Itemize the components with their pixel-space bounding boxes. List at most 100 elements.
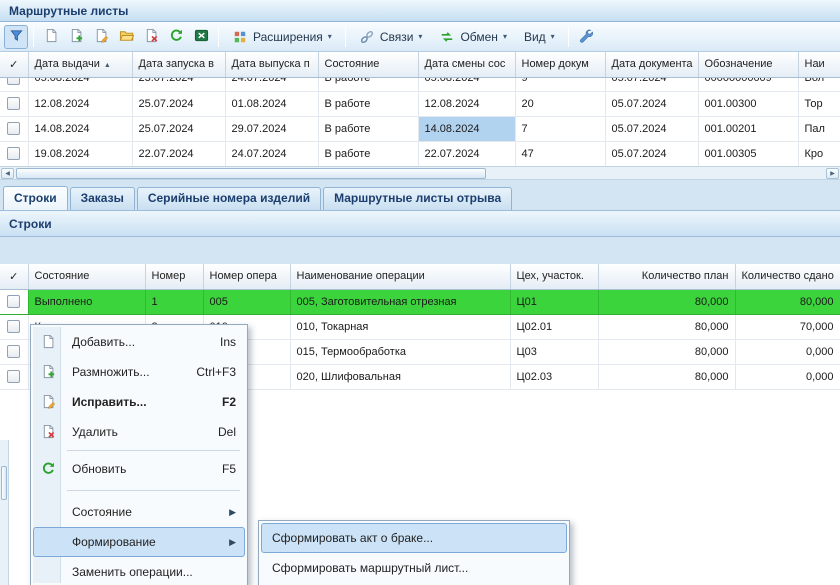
cell[interactable]: 70,000 [735, 314, 840, 339]
edit-document-button[interactable] [89, 25, 113, 49]
cell[interactable]: 12.08.2024 [28, 91, 132, 116]
view-menu-button[interactable]: Вид ▾ [516, 25, 563, 49]
column-header[interactable]: Дата выдачи▲ [28, 52, 132, 77]
select-all-header[interactable]: ✓ [0, 52, 28, 77]
table-row[interactable]: 19.08.2024 22.07.2024 24.07.2024 В работ… [0, 141, 840, 166]
cell[interactable]: 9 [515, 77, 605, 91]
cell[interactable]: 20 [515, 91, 605, 116]
cell[interactable]: 05.08.2024 [28, 77, 132, 91]
cell[interactable]: 80,000 [735, 289, 840, 314]
column-header[interactable]: Дата запуска в [132, 52, 225, 77]
exchange-menu-button[interactable]: Обмен ▾ [431, 25, 515, 49]
cell[interactable]: 05.07.2024 [605, 116, 698, 141]
cell[interactable]: 47 [515, 141, 605, 166]
cell[interactable]: Ц02.01 [510, 314, 598, 339]
cell[interactable]: 24.07.2024 [225, 141, 318, 166]
cell[interactable]: 001.00305 [698, 141, 798, 166]
cell[interactable]: 0,000 [735, 339, 840, 364]
cell[interactable]: 80,000 [598, 339, 735, 364]
table-row-done[interactable]: Выполнено 1 005 005, Заготовительная отр… [0, 289, 840, 314]
menu-item-edit[interactable]: Исправить... F2 [33, 387, 245, 417]
cell[interactable]: Пал [798, 116, 840, 141]
cell[interactable]: В работе [318, 116, 418, 141]
cell[interactable]: 80,000 [598, 364, 735, 389]
cell[interactable]: Ц02.03 [510, 364, 598, 389]
cell[interactable]: 14.08.2024 [28, 116, 132, 141]
submenu-item-route-sheet[interactable]: Сформировать маршрутный лист... [261, 553, 567, 583]
cell[interactable]: 05.07.2024 [605, 141, 698, 166]
scrollbar-thumb[interactable] [1, 466, 7, 500]
row-checkbox[interactable] [7, 320, 20, 333]
table-row[interactable]: 12.08.2024 25.07.2024 01.08.2024 В работ… [0, 91, 840, 116]
cell[interactable]: 19.08.2024 [28, 141, 132, 166]
menu-item-add[interactable]: Добавить... Ins [33, 327, 245, 357]
column-header[interactable]: Дата смены сос [418, 52, 515, 77]
column-header[interactable]: Номер опера [203, 264, 290, 289]
menu-item-refresh[interactable]: Обновить F5 [33, 454, 245, 484]
cell[interactable]: 24.07.2024 [225, 77, 318, 91]
cell[interactable]: Ц01 [510, 289, 598, 314]
row-checkbox[interactable] [7, 77, 20, 85]
scrollbar-thumb[interactable] [16, 168, 486, 179]
column-header[interactable]: Состояние [28, 264, 145, 289]
duplicate-document-button[interactable] [64, 25, 88, 49]
row-checkbox[interactable] [7, 295, 20, 308]
vertical-scrollbar[interactable] [0, 440, 9, 585]
cell[interactable]: 12.08.2024 [418, 91, 515, 116]
cell[interactable]: Кро [798, 141, 840, 166]
cell[interactable]: 015, Термообработка [290, 339, 510, 364]
cell[interactable]: 020, Шлифовальная [290, 364, 510, 389]
cell[interactable]: 00000000009 [698, 77, 798, 91]
cell[interactable]: 25.07.2024 [132, 116, 225, 141]
cell[interactable]: В работе [318, 77, 418, 91]
column-header[interactable]: Номер [145, 264, 203, 289]
open-folder-button[interactable] [114, 25, 138, 49]
menu-item-state[interactable]: Состояние ▶ [33, 497, 245, 527]
cell[interactable]: 01.08.2024 [225, 91, 318, 116]
cell[interactable]: 1 [145, 289, 203, 314]
column-header[interactable]: Цех, участок. [510, 264, 598, 289]
cell[interactable]: 05.08.2024 [418, 77, 515, 91]
checkbox-cell[interactable] [0, 314, 28, 339]
checkbox-cell[interactable] [0, 339, 28, 364]
tab-route-sheets-tear-off[interactable]: Маршрутные листы отрыва [323, 187, 512, 210]
delete-document-button[interactable] [139, 25, 163, 49]
extensions-menu-button[interactable]: Расширения ▾ [224, 25, 340, 49]
cell[interactable]: 80,000 [598, 314, 735, 339]
new-document-button[interactable] [39, 25, 63, 49]
checkbox-cell[interactable] [0, 141, 28, 166]
row-checkbox[interactable] [7, 370, 20, 383]
menu-item-replace-operations[interactable]: Заменить операции... [33, 557, 245, 585]
select-all-header[interactable]: ✓ [0, 264, 28, 289]
checkbox-cell[interactable] [0, 289, 28, 314]
tab-zakazy[interactable]: Заказы [70, 187, 135, 210]
settings-wrench-button[interactable] [574, 25, 598, 49]
menu-item-delete[interactable]: Удалить Del [33, 417, 245, 447]
menu-item-duplicate[interactable]: Размножить... Ctrl+F3 [33, 357, 245, 387]
column-header[interactable]: Дата документа [605, 52, 698, 77]
cell[interactable]: 010, Токарная [290, 314, 510, 339]
cell[interactable]: Ц03 [510, 339, 598, 364]
tab-stroki[interactable]: Строки [3, 186, 68, 210]
cell[interactable]: Тор [798, 91, 840, 116]
checkbox-cell[interactable] [0, 116, 28, 141]
cell[interactable]: 005, Заготовительная отрезная [290, 289, 510, 314]
table-row[interactable]: 14.08.2024 25.07.2024 29.07.2024 В работ… [0, 116, 840, 141]
cell[interactable]: 001.00300 [698, 91, 798, 116]
cell[interactable]: 7 [515, 116, 605, 141]
cell[interactable]: 22.07.2024 [418, 141, 515, 166]
row-checkbox[interactable] [7, 345, 20, 358]
cell[interactable]: Вол [798, 77, 840, 91]
submenu-item-defect-act[interactable]: Сформировать акт о браке... [261, 523, 567, 553]
selected-cell[interactable]: 14.08.2024 [418, 116, 515, 141]
cell[interactable]: В работе [318, 141, 418, 166]
cell[interactable]: 001.00201 [698, 116, 798, 141]
cell[interactable]: 0,000 [735, 364, 840, 389]
column-header[interactable]: Номер докум [515, 52, 605, 77]
excel-export-button[interactable] [189, 25, 213, 49]
checkbox-cell[interactable] [0, 91, 28, 116]
cell[interactable]: 23.07.2024 [132, 77, 225, 91]
tab-serial-numbers[interactable]: Серийные номера изделий [137, 187, 321, 210]
column-header[interactable]: Наи [798, 52, 840, 77]
row-checkbox[interactable] [7, 122, 20, 135]
